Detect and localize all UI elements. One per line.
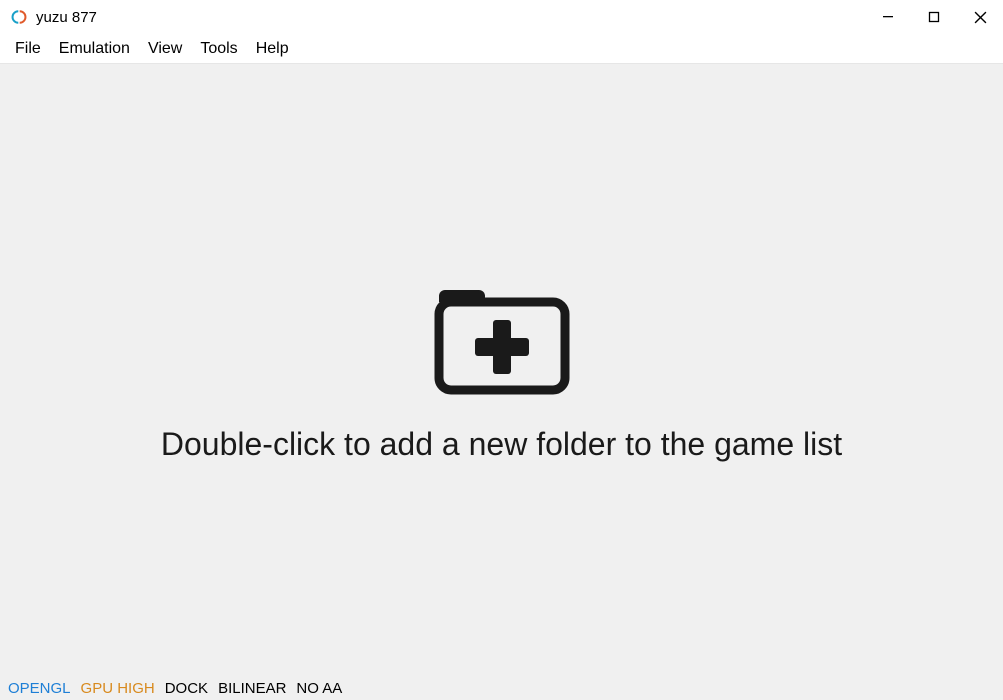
menu-help[interactable]: Help	[247, 37, 298, 61]
menu-emulation[interactable]: Emulation	[50, 37, 139, 61]
status-dock[interactable]: DOCK	[165, 680, 208, 697]
status-filter[interactable]: BILINEAR	[218, 680, 286, 697]
status-aa[interactable]: NO AA	[296, 680, 342, 697]
titlebar: yuzu 877	[0, 0, 1003, 34]
close-button[interactable]	[957, 0, 1003, 34]
minimize-button[interactable]	[865, 0, 911, 34]
menu-tools[interactable]: Tools	[191, 37, 246, 61]
window-title: yuzu 877	[36, 9, 97, 26]
add-folder-icon	[427, 278, 577, 398]
game-list-empty-area[interactable]: Double-click to add a new folder to the …	[0, 64, 1003, 676]
empty-message: Double-click to add a new folder to the …	[161, 426, 842, 463]
app-icon	[10, 8, 28, 26]
menubar: File Emulation View Tools Help	[0, 34, 1003, 64]
menu-file[interactable]: File	[6, 37, 50, 61]
status-gpu[interactable]: GPU HIGH	[81, 680, 155, 697]
maximize-button[interactable]	[911, 0, 957, 34]
status-renderer[interactable]: OPENGL	[8, 680, 71, 697]
statusbar: OPENGL GPU HIGH DOCK BILINEAR NO AA	[0, 676, 1003, 700]
menu-view[interactable]: View	[139, 37, 191, 61]
